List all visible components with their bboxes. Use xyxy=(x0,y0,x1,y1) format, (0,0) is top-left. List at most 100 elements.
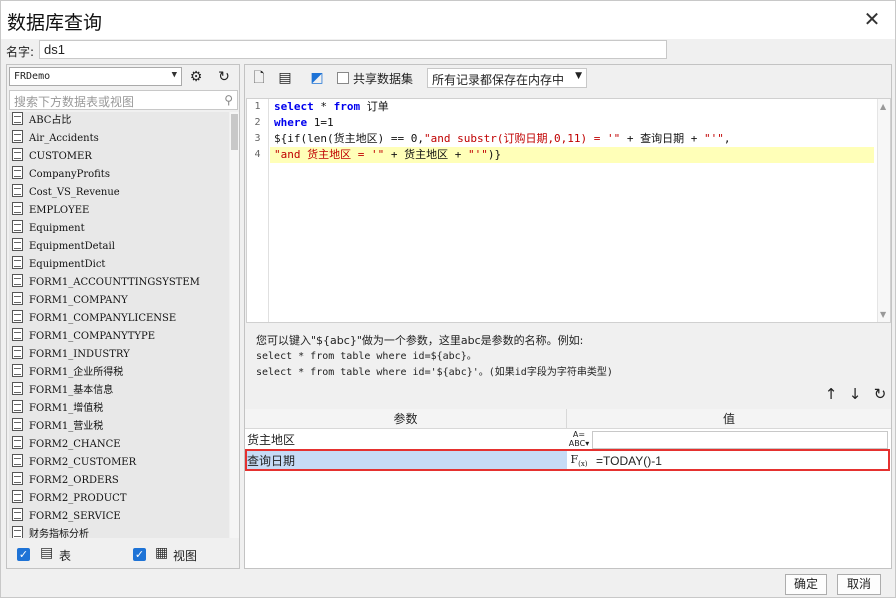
table-list-item[interactable]: ABC占比 xyxy=(9,112,229,130)
name-row: 名字: ds1 xyxy=(1,39,895,61)
hint-line: select * from table where id=${abc}。 xyxy=(256,351,477,362)
table-name: FORM1_COMPANYTYPE xyxy=(29,331,156,342)
view-checkbox[interactable]: ✓ xyxy=(133,548,146,561)
ok-button[interactable]: 确定 xyxy=(785,574,827,595)
sql-code: select * from 订单 where 1=1 ${if(len(货主地区… xyxy=(270,99,874,163)
save-icon[interactable]: ◩ xyxy=(307,68,327,88)
table-list-item[interactable]: FORM1_营业税 xyxy=(9,418,229,436)
preview-icon[interactable]: 🗋 xyxy=(249,68,269,88)
cancel-button[interactable]: 取消 xyxy=(837,574,881,595)
table-icon xyxy=(12,418,23,431)
dialog-title: 数据库查询 xyxy=(7,12,103,34)
table-list-item[interactable]: FORM1_ACCOUNTTINGSYSTEM xyxy=(9,274,229,292)
table-icon xyxy=(12,364,23,377)
move-up-icon[interactable]: ↑ xyxy=(822,385,840,403)
chevron-down-icon: ▼ xyxy=(575,71,582,81)
titlebar: 数据库查询 ✕ xyxy=(1,1,895,39)
share-dataset-checkbox[interactable] xyxy=(337,72,349,84)
param-row[interactable]: 货主地区 A= ABC▾ xyxy=(245,430,891,450)
search-icon: ⚲ xyxy=(224,93,233,107)
param-value-input[interactable] xyxy=(592,431,888,449)
connection-settings-icon[interactable]: ⚙ xyxy=(185,67,207,87)
scroll-down-icon[interactable]: ▼ xyxy=(880,310,886,319)
table-list-item[interactable]: FORM2_PRODUCT xyxy=(9,490,229,508)
table-icon xyxy=(12,454,23,467)
param-column-header: 参数 xyxy=(245,409,567,429)
query-panel: 🗋 ▤ ◩ 共享数据集 所有记录都保存在内存中 ▼ 1 2 3 4 select… xyxy=(244,64,892,569)
close-icon[interactable]: ✕ xyxy=(859,6,885,32)
scroll-up-icon[interactable]: ▲ xyxy=(880,102,886,111)
table-filter-label: 表 xyxy=(59,549,72,563)
highlight-box xyxy=(245,449,890,471)
table-list-item[interactable]: CUSTOMER xyxy=(9,148,229,166)
table-browser-panel: FRDemo ▼ ⚙ ↻ 搜索下方数据表或视图 ⚲ ABC占比 Air_Accid… xyxy=(6,64,240,569)
line-number: 1 xyxy=(254,101,261,112)
view-icon: ▦ xyxy=(155,545,169,561)
table-list-item[interactable]: CompanyProfits xyxy=(9,166,229,184)
refresh-params-icon[interactable]: ↻ xyxy=(871,385,889,403)
table-list-item[interactable]: FORM2_CUSTOMER xyxy=(9,454,229,472)
line-number: 3 xyxy=(254,133,261,144)
scrollbar-thumb[interactable] xyxy=(231,114,238,150)
table-list-item[interactable]: Cost_VS_Revenue xyxy=(9,184,229,202)
value-column-header: 值 xyxy=(567,409,891,429)
table-name: CUSTOMER xyxy=(29,151,92,162)
table-icon xyxy=(12,436,23,449)
table-icon xyxy=(12,508,23,521)
connection-select[interactable]: FRDemo ▼ xyxy=(9,67,182,86)
table-name: FORM1_INDUSTRY xyxy=(29,349,130,360)
search-placeholder: 搜索下方数据表或视图 xyxy=(14,95,135,109)
copy-icon[interactable]: ▤ xyxy=(275,68,295,88)
table-list-item[interactable]: Equipment xyxy=(9,220,229,238)
storage-mode-select[interactable]: 所有记录都保存在内存中 ▼ xyxy=(427,68,587,88)
table-list-item[interactable]: FORM1_COMPANYTYPE xyxy=(9,328,229,346)
table-icon xyxy=(12,202,23,215)
table-list-item[interactable]: FORM1_增值税 xyxy=(9,400,229,418)
table-name: FORM2_CHANCE xyxy=(29,439,121,450)
sql-editor[interactable]: 1 2 3 4 select * from 订单 where 1=1 ${if(… xyxy=(246,98,891,323)
table-list-item[interactable]: FORM1_COMPANY xyxy=(9,292,229,310)
table-name: ABC占比 xyxy=(29,115,72,126)
table-list-item[interactable]: FORM1_INDUSTRY xyxy=(9,346,229,364)
view-filter-label: 视图 xyxy=(173,549,198,563)
table-name: 财务指标分析 xyxy=(29,529,89,538)
storage-mode-value: 所有记录都保存在内存中 xyxy=(432,73,565,87)
name-input[interactable]: ds1 xyxy=(39,40,667,59)
table-list-item[interactable]: FORM1_基本信息 xyxy=(9,382,229,400)
abc-type-icon[interactable]: A= ABC▾ xyxy=(568,430,590,450)
table-name: EquipmentDetail xyxy=(29,241,115,252)
table-checkbox[interactable]: ✓ xyxy=(17,548,30,561)
table-list-item[interactable]: FORM2_SERVICE xyxy=(9,508,229,526)
table-search-input[interactable]: 搜索下方数据表或视图 ⚲ xyxy=(9,90,238,110)
table-list-item[interactable]: Air_Accidents xyxy=(9,130,229,148)
table-icon xyxy=(12,310,23,323)
table-name: Cost_VS_Revenue xyxy=(29,187,120,198)
table-list-scrollbar[interactable] xyxy=(230,112,239,538)
line-number: 4 xyxy=(254,149,261,160)
table-list-item[interactable]: 财务指标分析 xyxy=(9,526,229,538)
database-query-dialog: 数据库查询 ✕ 名字: ds1 FRDemo ▼ ⚙ ↻ 搜索下方数据表或视图 … xyxy=(0,0,896,598)
table-list-item[interactable]: EquipmentDict xyxy=(9,256,229,274)
table-list-item[interactable]: FORM2_CHANCE xyxy=(9,436,229,454)
connection-value: FRDemo xyxy=(14,71,51,82)
move-down-icon[interactable]: ↓ xyxy=(846,385,864,403)
editor-scrollbar[interactable]: ▲ ▼ xyxy=(877,99,890,322)
table-list-item[interactable]: EquipmentDetail xyxy=(9,238,229,256)
table-list-item[interactable]: FORM1_COMPANYLICENSE xyxy=(9,310,229,328)
table-icon xyxy=(12,220,23,233)
table-name: CompanyProfits xyxy=(29,169,110,180)
table-name: FORM2_SERVICE xyxy=(29,511,121,522)
table-icon xyxy=(12,166,23,179)
table-icon xyxy=(12,274,23,287)
table-list-item[interactable]: FORM1_企业所得税 xyxy=(9,364,229,382)
refresh-icon[interactable]: ↻ xyxy=(213,67,235,87)
table-name: FORM1_企业所得税 xyxy=(29,367,124,378)
table-name: FORM1_基本信息 xyxy=(29,385,114,396)
table-list-item[interactable]: FORM2_ORDERS xyxy=(9,472,229,490)
name-label: 名字: xyxy=(6,45,35,59)
line-number-gutter: 1 2 3 4 xyxy=(247,99,269,322)
table-icon xyxy=(12,328,23,341)
line-number: 2 xyxy=(254,117,261,128)
table-name: FORM2_PRODUCT xyxy=(29,493,127,504)
table-list-item[interactable]: EMPLOYEE xyxy=(9,202,229,220)
